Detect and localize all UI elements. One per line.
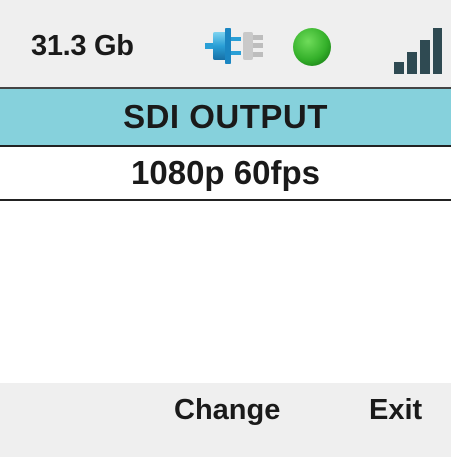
menu-value-row[interactable]: 1080p 60fps xyxy=(0,147,451,201)
status-bar: 31.3 Gb xyxy=(0,0,451,89)
power-plug-icon xyxy=(205,28,263,64)
menu-title: SDI OUTPUT xyxy=(123,98,328,135)
change-button[interactable]: Change xyxy=(174,388,280,432)
sdi-output-value: 1080p 60fps xyxy=(131,154,320,191)
softkey-bar: Change Exit xyxy=(0,383,451,457)
device-screen: 31.3 Gb SDI OUTPUT 1080p 60fps Change Ex… xyxy=(0,0,451,457)
status-dot-icon xyxy=(293,28,331,66)
storage-remaining: 31.3 Gb xyxy=(31,30,134,62)
menu-title-bar: SDI OUTPUT xyxy=(0,89,451,147)
exit-button[interactable]: Exit xyxy=(369,388,422,432)
signal-strength-icon xyxy=(394,28,442,74)
